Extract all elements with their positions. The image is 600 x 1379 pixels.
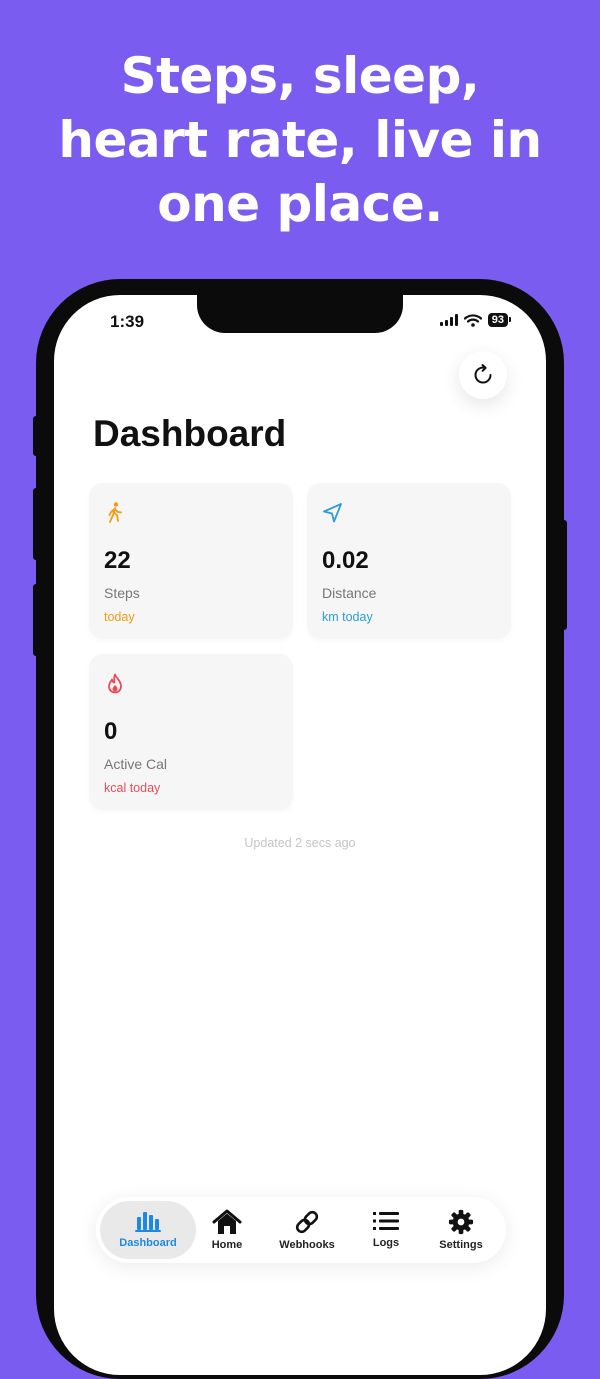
flame-icon [108, 673, 122, 694]
link-icon [295, 1210, 319, 1234]
refresh-icon [474, 364, 492, 384]
walking-icon [108, 502, 122, 523]
refresh-button[interactable] [459, 351, 507, 399]
status-time: 1:39 [110, 312, 145, 331]
steps-card: 22 Steps today [89, 483, 293, 639]
headline-line-3: one place. [157, 175, 443, 233]
bar-chart-icon [135, 1212, 161, 1232]
steps-label: Steps [104, 585, 140, 601]
tab-settings[interactable]: Settings [421, 1201, 501, 1259]
distance-unit: km today [322, 610, 373, 624]
tab-home-label: Home [211, 1239, 243, 1251]
phone-screen: 1:39 93 Dashboard 22 Steps today 0.02 Di… [54, 295, 546, 1375]
marketing-headline: Steps, sleep, heart rate, live in one pl… [0, 44, 600, 236]
tab-logs-label: Logs [372, 1237, 400, 1249]
tab-settings-label: Settings [439, 1239, 483, 1251]
tab-logs[interactable]: Logs [346, 1201, 426, 1259]
battery-indicator: 93 [487, 313, 512, 327]
home-icon [212, 1209, 242, 1234]
wifi-icon [463, 313, 482, 327]
distance-card: 0.02 Distance km today [307, 483, 511, 639]
steps-unit: today [104, 610, 135, 624]
steps-value: 22 [104, 547, 131, 574]
tab-home[interactable]: Home [187, 1201, 267, 1259]
calories-value: 0 [104, 718, 118, 745]
distance-value: 0.02 [322, 547, 369, 574]
headline-line-2: heart rate, live in [58, 111, 542, 169]
calories-unit: kcal today [104, 781, 161, 795]
navigation-arrow-icon [323, 503, 342, 523]
bottom-tab-bar: Dashboard Home Webhooks Logs Settings [96, 1197, 506, 1263]
distance-label: Distance [322, 585, 377, 601]
cellular-signal-icon [439, 314, 458, 326]
status-icons: 93 [439, 313, 512, 327]
headline-line-1: Steps, sleep, [120, 47, 480, 105]
tab-dashboard[interactable]: Dashboard [100, 1201, 196, 1259]
active-calories-card: 0 Active Cal kcal today [89, 654, 293, 810]
phone-frame: 1:39 93 Dashboard 22 Steps today 0.02 Di… [36, 279, 564, 1379]
gear-icon [448, 1209, 474, 1235]
calories-label: Active Cal [104, 756, 168, 772]
last-updated-text: Updated 2 secs ago [244, 836, 356, 850]
tab-webhooks[interactable]: Webhooks [267, 1201, 347, 1259]
tab-webhooks-label: Webhooks [279, 1239, 335, 1251]
notch [197, 295, 403, 333]
list-icon [373, 1212, 399, 1230]
page-title: Dashboard [93, 413, 287, 454]
tab-dashboard-label: Dashboard [119, 1237, 177, 1249]
